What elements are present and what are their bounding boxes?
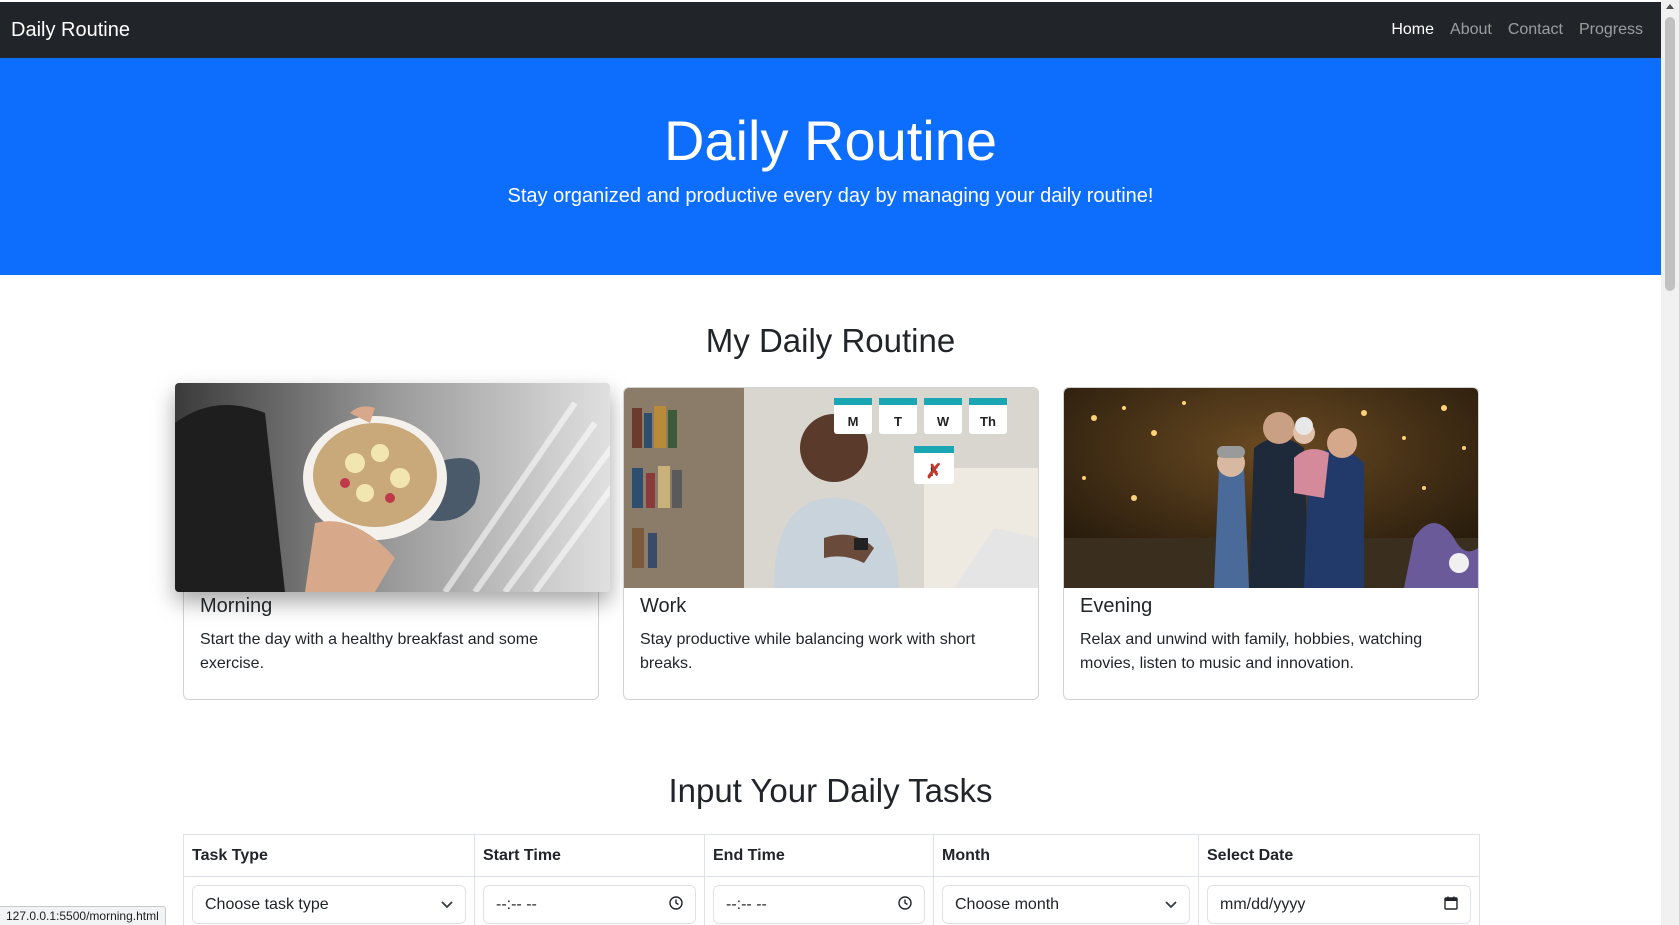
hero-subtitle: Stay organized and productive every day …: [507, 185, 1154, 207]
tasks-table: Task Type Start Time End Time Month Sele…: [183, 834, 1480, 925]
clock-icon[interactable]: [898, 896, 912, 913]
cell-start-time: --:-- --: [475, 877, 705, 925]
date-value: mm/dd/yyyy: [1220, 895, 1306, 913]
cell-select-date: mm/dd/yyyy: [1199, 877, 1479, 925]
start-time-value: --:-- --: [496, 895, 537, 913]
end-time-input[interactable]: --:-- --: [713, 885, 925, 924]
chevron-down-icon: [441, 897, 453, 912]
col-select-date: Select Date: [1207, 847, 1294, 864]
table-row: Choose task type --:-- -- --:-- -- Choos…: [184, 877, 1479, 925]
card-text-work: Stay productive while balancing work wit…: [640, 631, 976, 672]
card-body-work: Work Stay productive while balancing wor…: [640, 595, 1022, 676]
month-value: Choose month: [955, 895, 1060, 913]
link-preview-statusbar: 127.0.0.1:5500/morning.html: [0, 906, 166, 925]
col-start-time: Start Time: [475, 835, 705, 876]
nav-progress[interactable]: Progress: [1579, 21, 1643, 39]
card-text-evening: Relax and unwind with family, hobbies, w…: [1080, 631, 1423, 672]
card-evening[interactable]: Evening Relax and unwind with family, ho…: [1063, 387, 1479, 700]
tasks-section-title: Input Your Daily Tasks: [668, 772, 993, 809]
clock-icon[interactable]: [669, 896, 683, 913]
page: Daily Routine Home About Contact Progres…: [0, 0, 1661, 925]
work-image: M T W Th F ✗: [624, 388, 1038, 588]
brand-link[interactable]: Daily Routine: [11, 19, 130, 42]
scrollbar-thumb[interactable]: [1665, 17, 1675, 291]
col-task-type: Task Type: [184, 835, 475, 876]
cell-month: Choose month: [934, 877, 1199, 925]
navbar: Daily Routine Home About Contact Progres…: [0, 2, 1661, 58]
card-title-work: Work: [640, 595, 687, 617]
vertical-scrollbar[interactable]: [1661, 0, 1679, 925]
tasks-table-header: Task Type Start Time End Time Month Sele…: [184, 835, 1479, 877]
nav-contact[interactable]: Contact: [1508, 21, 1563, 39]
col-month: Month: [934, 835, 1199, 876]
cell-task-type: Choose task type: [184, 877, 475, 925]
card-body-morning: Morning Start the day with a healthy bre…: [200, 595, 582, 676]
svg-text:T: T: [894, 414, 902, 429]
task-type-value: Choose task type: [205, 895, 329, 913]
chevron-down-icon: [1165, 897, 1177, 912]
date-input[interactable]: mm/dd/yyyy: [1207, 885, 1471, 924]
hero-title: Daily Routine: [663, 109, 998, 172]
svg-text:M: M: [848, 414, 859, 429]
nav-about[interactable]: About: [1450, 21, 1492, 39]
svg-text:Th: Th: [980, 414, 996, 429]
hero-banner: Daily Routine Stay organized and product…: [0, 58, 1661, 275]
nav-home[interactable]: Home: [1391, 21, 1434, 39]
task-type-select[interactable]: Choose task type: [192, 885, 466, 924]
nav-links: Home About Contact Progress: [1391, 21, 1643, 39]
start-time-input[interactable]: --:-- --: [483, 885, 696, 924]
month-select[interactable]: Choose month: [942, 885, 1190, 924]
card-title-morning: Morning: [200, 595, 273, 617]
col-end-time: End Time: [705, 835, 934, 876]
morning-image: [175, 383, 610, 592]
svg-text:✗: ✗: [926, 461, 943, 483]
card-body-evening: Evening Relax and unwind with family, ho…: [1080, 595, 1462, 676]
scroll-up-arrow-icon[interactable]: [1666, 4, 1674, 9]
card-title-evening: Evening: [1080, 595, 1153, 617]
card-text-morning: Start the day with a healthy breakfast a…: [200, 631, 538, 672]
svg-text:W: W: [937, 414, 950, 429]
cell-end-time: --:-- --: [705, 877, 934, 925]
end-time-value: --:-- --: [726, 895, 767, 913]
calendar-icon[interactable]: [1444, 896, 1458, 913]
card-work[interactable]: M T W Th F ✗ Work Stay productive while …: [623, 387, 1039, 700]
card-morning[interactable]: Morning Start the day with a healthy bre…: [175, 383, 610, 700]
evening-image: [1064, 388, 1478, 588]
routine-section-title: My Daily Routine: [705, 322, 956, 359]
